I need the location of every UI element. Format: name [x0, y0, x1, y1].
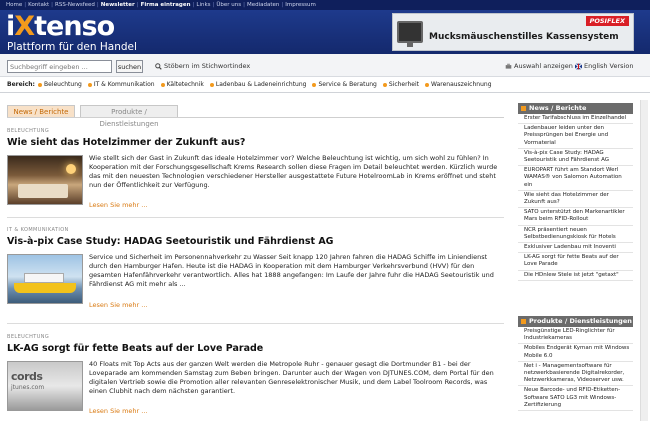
article-title[interactable]: Wie sieht das Hotelzimmer der Zukunft au… — [7, 137, 245, 148]
tab-news-berichte[interactable]: News / Berichte — [7, 105, 75, 117]
read-more-link[interactable]: Lesen Sie mehr ... — [89, 301, 147, 309]
sidebar-link[interactable]: SATO unterstützt den Markenartikler Mars… — [518, 208, 633, 226]
bullet-icon — [521, 318, 526, 324]
article-category: IT & KOMMUNIKATION — [7, 227, 69, 233]
search-button[interactable]: suchen — [116, 60, 143, 73]
flag-icon — [575, 62, 582, 70]
divider — [0, 92, 650, 93]
article-image-ferry[interactable] — [7, 254, 83, 304]
category-link[interactable]: Sicherheit — [382, 81, 419, 88]
bullet-icon — [382, 82, 387, 87]
category-link[interactable]: Ladenbau & Ladeneinrichtung — [209, 81, 306, 88]
sidebar-link[interactable]: NCR präsentiert neuen Selbstbedienungski… — [518, 226, 633, 244]
nav-separator: | — [243, 2, 245, 8]
site-logo[interactable]: iXtenso — [6, 13, 115, 40]
article-title[interactable]: LK-AG sorgt für fette Beats auf der Love… — [7, 343, 263, 354]
category-link[interactable]: Beleuchtung — [37, 81, 82, 88]
ad-text: Mucksmäuschenstilles Kassensystem — [429, 32, 619, 42]
magnifier-icon — [155, 62, 162, 70]
nav-separator: | — [96, 2, 99, 8]
sidebar-link[interactable]: Neue Barcode- und RFID-Etiketten-Softwar… — [518, 386, 633, 412]
sidebar-link[interactable]: EUROPART führt am Standort Werl WAMAS® v… — [518, 166, 633, 191]
article-category: BELEUCHTUNG — [7, 334, 50, 340]
sidebar-news-box: News / Berichte Erster Tarifabschluss im… — [518, 103, 633, 281]
english-version-link[interactable]: English Version — [575, 62, 633, 70]
divider — [7, 117, 504, 118]
sidebar-link[interactable]: Mobiles Endgerät Kyman mit Windows Mobil… — [518, 344, 633, 362]
category-link[interactable]: Service & Beratung — [312, 81, 377, 88]
sidebar-news-header: News / Berichte — [518, 103, 633, 114]
sidebar-link[interactable]: Net i - Managementsoftware für netzwerkb… — [518, 362, 633, 387]
sidebar-link[interactable]: Ladenbauer leiden unter den Preissprünge… — [518, 124, 633, 149]
tab-produkte-dienstleistungen[interactable]: Produkte / Dienstleistungen — [80, 105, 178, 128]
article-category: BELEUCHTUNG — [7, 128, 50, 134]
nav-separator: | — [51, 2, 54, 8]
sidebar-link[interactable]: Wie sieht das Hotelzimmer der Zukunft au… — [518, 191, 633, 209]
bullet-icon — [521, 105, 526, 111]
top-nav-link[interactable]: Links — [196, 2, 210, 8]
sidebar-link[interactable]: Erster Tarifabschluss im Einzelhandel — [518, 114, 633, 125]
ad-brand-logo: POSIFLEX — [585, 16, 629, 26]
nav-separator: | — [136, 2, 139, 8]
sidebar-produkte-box: Produkte / Dienstleistungen Preisgünstig… — [518, 316, 633, 412]
top-nav-link[interactable]: Über uns — [216, 2, 241, 8]
nav-separator: | — [192, 2, 195, 8]
bullet-icon — [160, 82, 165, 87]
bullet-icon — [312, 82, 317, 87]
nav-separator: | — [24, 2, 27, 8]
site-header: iXtenso Plattform für den Handel POSIFLE… — [0, 10, 650, 54]
bullet-icon — [209, 82, 214, 87]
sidebar-link[interactable]: Vis-à-pix Case Study: HADAG Seetouristik… — [518, 149, 633, 167]
bullet-icon — [87, 82, 92, 87]
monitor-icon — [397, 21, 423, 47]
sidebar-produkte-header: Produkte / Dienstleistungen — [518, 316, 633, 327]
top-navigation: Home | Kontakt | RSS-Newsfeed | Newsletter | Fir… — [0, 0, 650, 10]
category-link[interactable]: Warenauszeichnung — [425, 81, 492, 88]
bullet-icon — [425, 82, 430, 87]
sidebar-news-list: Erster Tarifabschluss im Einzelhandel Lad… — [518, 114, 633, 281]
top-nav-link[interactable]: Impressum — [285, 2, 316, 8]
article-text: Service und Sicherheit im Personennahver… — [89, 253, 494, 288]
top-nav-link[interactable]: RSS-Newsfeed — [55, 2, 95, 8]
article-text: 40 Floats mit Top Acts aus der ganzen We… — [89, 360, 494, 395]
search-input[interactable] — [7, 60, 112, 73]
sidebar-produkte-list: Preisgünstige LED-Ringlichter für Indust… — [518, 327, 633, 412]
ad-banner[interactable]: POSIFLEX Mucksmäuschenstilles Kassensyst… — [392, 13, 634, 51]
category-link[interactable]: IT & Kommunikation — [87, 81, 155, 88]
nav-separator: | — [281, 2, 284, 8]
scrollbar[interactable] — [640, 100, 648, 421]
divider — [7, 323, 504, 324]
nav-separator: | — [212, 2, 215, 8]
article-title[interactable]: Vis-à-pix Case Study: HADAG Seetouristik… — [7, 236, 333, 247]
auswahl-link[interactable]: Auswahl anzeigen — [505, 62, 573, 70]
bullet-icon — [37, 82, 42, 87]
top-nav-link[interactable]: Firma eintragen — [141, 2, 191, 8]
top-nav-link[interactable]: Newsletter — [101, 2, 135, 8]
sidebar-link[interactable]: Exklusiver Ladenbau mit Inoventi — [518, 243, 633, 254]
category-bar: Bereich: Beleuchtung IT & Kommunikation Käl… — [7, 81, 492, 88]
article-image-hotelroom[interactable] — [7, 155, 83, 205]
sidebar-link[interactable]: Preisgünstige LED-Ringlichter für Indust… — [518, 327, 633, 345]
sidebar-link[interactable]: LK-AG sorgt für fette Beats auf der Love… — [518, 253, 633, 271]
article-image-loveparade[interactable]: cords jtunes.com — [7, 361, 83, 411]
printer-icon — [505, 63, 512, 69]
top-nav-link[interactable]: Home — [6, 2, 22, 8]
read-more-link[interactable]: Lesen Sie mehr ... — [89, 201, 147, 209]
top-nav-link[interactable]: Kontakt — [28, 2, 49, 8]
read-more-link[interactable]: Lesen Sie mehr ... — [89, 407, 147, 415]
divider — [7, 217, 504, 218]
sidebar-link[interactable]: Die HDnlew Stele ist jetzt "getaxt" — [518, 271, 633, 281]
category-link[interactable]: Kältetechnik — [160, 81, 204, 88]
top-nav-link[interactable]: Mediadaten — [247, 2, 279, 8]
search-bar: suchen Stöbern im Stichwortindex Auswahl… — [0, 54, 650, 77]
site-tagline: Plattform für den Handel — [7, 41, 137, 53]
article-text: Wie stellt sich der Gast in Zukunft das … — [89, 154, 498, 189]
stichwort-link[interactable]: Stöbern im Stichwortindex — [155, 62, 250, 70]
